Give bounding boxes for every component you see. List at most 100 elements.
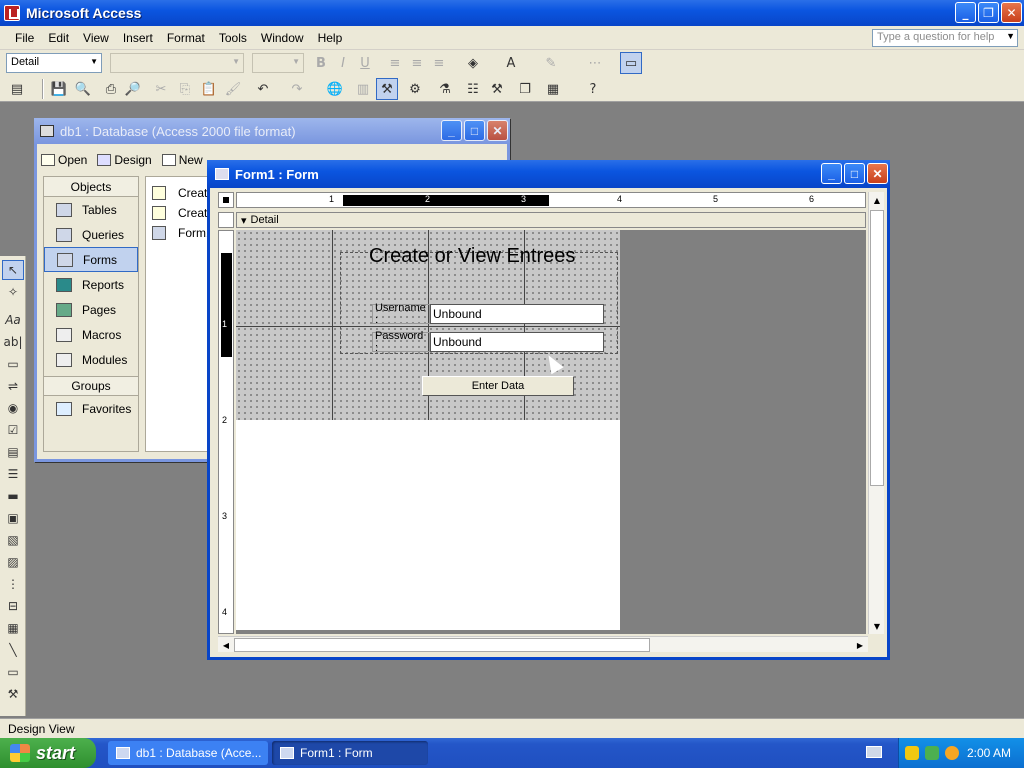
subform-tool-icon[interactable]: ▦ xyxy=(2,618,24,638)
undo-icon[interactable]: ↶ xyxy=(252,78,274,100)
scroll-left-icon[interactable]: ◀ xyxy=(218,637,234,653)
enter-data-button[interactable]: Enter Data xyxy=(422,376,574,396)
security-shield-icon[interactable] xyxy=(905,746,919,760)
menu-tools[interactable]: Tools xyxy=(212,29,254,47)
font-combo[interactable]: ▼ xyxy=(110,53,244,73)
control-wizards-tool-icon[interactable]: ✧ xyxy=(2,282,24,302)
image-tool-icon[interactable]: ▣ xyxy=(2,508,24,528)
command-button-tool-icon[interactable]: ▬ xyxy=(2,486,24,506)
objects-item-macros[interactable]: Macros xyxy=(44,322,138,347)
objects-item-reports[interactable]: Reports xyxy=(44,272,138,297)
bold-button[interactable]: B xyxy=(310,52,332,74)
toggle-button-tool-icon[interactable]: ⇌ xyxy=(2,376,24,396)
access-app-icon[interactable] xyxy=(4,5,20,21)
menu-help[interactable]: Help xyxy=(311,29,350,47)
label-tool-icon[interactable]: Aa xyxy=(2,310,24,330)
unbound-object-frame-tool-icon[interactable]: ▧ xyxy=(2,530,24,550)
underline-button[interactable]: U xyxy=(354,52,376,74)
taskbar-item-database[interactable]: db1 : Database (Acce... xyxy=(108,741,268,765)
close-button[interactable]: ✕ xyxy=(487,120,508,141)
objects-item-pages[interactable]: Pages xyxy=(44,297,138,322)
help-icon[interactable]: ? xyxy=(582,78,604,100)
design-button[interactable]: Design xyxy=(97,153,152,167)
menu-file[interactable]: File xyxy=(8,29,41,47)
scroll-thumb[interactable] xyxy=(234,638,650,652)
code-icon[interactable]: ⚗ xyxy=(434,78,456,100)
file-search-icon[interactable]: 🔍 xyxy=(72,78,94,100)
close-button[interactable]: ✕ xyxy=(1001,2,1022,23)
help-search-input[interactable]: Type a question for help ▼ xyxy=(872,29,1018,47)
groups-item-favorites[interactable]: Favorites xyxy=(44,396,138,421)
scroll-up-icon[interactable]: ▲ xyxy=(869,192,885,208)
username-textbox[interactable]: Unbound xyxy=(430,304,604,324)
autoformat-icon[interactable]: ⚙ xyxy=(404,78,426,100)
page-break-tool-icon[interactable]: ⋮ xyxy=(2,574,24,594)
form-window-titlebar[interactable]: Form1 : Form _ □ ✕ xyxy=(207,160,890,188)
objects-header[interactable]: Objects xyxy=(44,177,138,197)
clock[interactable]: 2:00 AM xyxy=(967,746,1011,760)
password-textbox[interactable]: Unbound xyxy=(430,332,604,352)
combo-box-tool-icon[interactable]: ▤ xyxy=(2,442,24,462)
italic-button[interactable]: I xyxy=(332,52,354,74)
more-controls-tool-icon[interactable]: ⚒ xyxy=(2,684,24,704)
form-selector[interactable] xyxy=(218,192,234,208)
font-size-combo[interactable]: ▼ xyxy=(252,53,304,73)
print-icon[interactable]: ⎙ xyxy=(100,78,122,100)
password-label[interactable]: Password : xyxy=(372,330,430,354)
username-label[interactable]: Username : xyxy=(372,302,430,326)
line-tool-icon[interactable]: ╲ xyxy=(2,640,24,660)
align-center-icon[interactable]: ≡ xyxy=(406,52,428,74)
align-right-icon[interactable]: ≡ xyxy=(428,52,450,74)
vertical-ruler[interactable]: 1 2 3 4 xyxy=(218,230,234,634)
scroll-right-icon[interactable]: ▶ xyxy=(852,637,868,653)
new-button[interactable]: New xyxy=(161,153,203,167)
design-canvas[interactable]: Create or View Entrees Username : Unboun… xyxy=(236,230,866,634)
form-title-label[interactable]: Create or View Entrees xyxy=(368,244,576,269)
restore-button[interactable]: ❐ xyxy=(978,2,999,23)
scroll-thumb[interactable] xyxy=(870,210,884,486)
special-effect-icon[interactable]: ▭ xyxy=(620,52,642,74)
vertical-scrollbar[interactable]: ▲ ▼ xyxy=(868,192,884,634)
minimize-button[interactable]: _ xyxy=(955,2,976,23)
detail-section-bar[interactable]: ▾ Detail xyxy=(236,212,866,228)
horizontal-ruler[interactable]: 1 2 3 4 5 6 xyxy=(236,192,866,208)
hyperlink-icon[interactable]: 🌐 xyxy=(324,78,346,100)
maximize-button[interactable]: □ xyxy=(464,120,485,141)
minimize-button[interactable]: _ xyxy=(821,163,842,184)
menu-edit[interactable]: Edit xyxy=(41,29,76,47)
rectangle-tool-icon[interactable]: ▭ xyxy=(2,662,24,682)
objects-item-forms[interactable]: Forms xyxy=(44,247,138,272)
maximize-button[interactable]: □ xyxy=(844,163,865,184)
menu-insert[interactable]: Insert xyxy=(116,29,160,47)
line-color-icon[interactable]: ✎ xyxy=(540,52,562,74)
cut-icon[interactable]: ✂ xyxy=(150,78,172,100)
search-icon[interactable] xyxy=(945,746,959,760)
chevron-down-icon[interactable]: ▼ xyxy=(1006,31,1015,41)
database-window-icon[interactable]: ❐ xyxy=(514,78,536,100)
select-objects-tool-icon[interactable]: ↖ xyxy=(2,260,24,280)
close-button[interactable]: ✕ xyxy=(867,163,888,184)
taskbar-item-form[interactable]: Form1 : Form xyxy=(272,741,428,765)
open-button[interactable]: Open xyxy=(41,153,87,167)
align-left-icon[interactable]: ≡ xyxy=(384,52,406,74)
tab-control-tool-icon[interactable]: ⊟ xyxy=(2,596,24,616)
option-button-tool-icon[interactable]: ◉ xyxy=(2,398,24,418)
scroll-down-icon[interactable]: ▼ xyxy=(869,618,885,634)
database-window-titlebar[interactable]: db1 : Database (Access 2000 file format)… xyxy=(34,118,510,144)
format-painter-icon[interactable]: 🖌 xyxy=(222,78,244,100)
form-background-area[interactable] xyxy=(236,420,620,630)
minimize-button[interactable]: _ xyxy=(441,120,462,141)
option-group-tool-icon[interactable]: ▭ xyxy=(2,354,24,374)
object-combo[interactable]: Detail ▼ xyxy=(6,53,102,73)
build-icon[interactable]: ⚒ xyxy=(486,78,508,100)
save-icon[interactable]: 💾 xyxy=(48,78,70,100)
textbox-tool-icon[interactable]: ab| xyxy=(2,332,24,352)
menu-view[interactable]: View xyxy=(76,29,116,47)
line-width-icon[interactable]: ⋯ xyxy=(584,52,606,74)
fill-color-icon[interactable]: ◈ xyxy=(462,52,484,74)
checkbox-tool-icon[interactable]: ☑ xyxy=(2,420,24,440)
objects-item-tables[interactable]: Tables xyxy=(44,197,138,222)
groups-header[interactable]: Groups xyxy=(44,376,138,396)
menu-format[interactable]: Format xyxy=(160,29,212,47)
objects-item-queries[interactable]: Queries xyxy=(44,222,138,247)
